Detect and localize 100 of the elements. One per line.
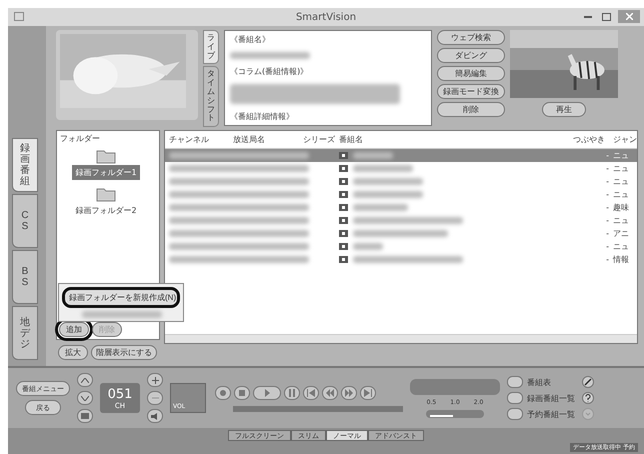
table-row[interactable]: - アニ xyxy=(165,227,637,240)
skip-back-icon xyxy=(307,389,315,397)
table-cell-text: アニ xyxy=(613,228,630,239)
pane-heading: フォルダー xyxy=(59,133,101,145)
close-button[interactable] xyxy=(618,10,640,23)
preview-tab[interactable]: タイムシフト xyxy=(203,66,219,128)
table-row[interactable]: - 趣味 xyxy=(165,201,637,214)
chevron-down-icon xyxy=(81,396,89,400)
stop-button[interactable] xyxy=(234,386,250,400)
table-cell-text: ニュ xyxy=(613,176,630,187)
table-cell-text: ニュ xyxy=(613,215,630,226)
blurred-text xyxy=(353,165,413,172)
volume-up-button[interactable] xyxy=(147,373,163,387)
record-button[interactable] xyxy=(215,386,231,400)
column-header[interactable]: チャンネル xyxy=(169,134,233,145)
blurred-text xyxy=(353,152,393,159)
side-tab[interactable]: CS xyxy=(12,194,38,248)
minus-icon xyxy=(152,397,158,399)
view-button[interactable]: 拡大 xyxy=(58,345,88,360)
info-heading: 《番組名》 xyxy=(230,34,271,45)
table-cell-text: 情報 xyxy=(613,254,630,265)
list-icon xyxy=(507,408,523,420)
folder-item[interactable]: 録画フォルダー1 xyxy=(72,165,140,180)
play-icon xyxy=(263,389,271,397)
input-button[interactable] xyxy=(77,409,93,423)
speaker-icon xyxy=(151,412,159,420)
dropdown-icon[interactable] xyxy=(582,408,594,420)
action-button[interactable]: ウェブ検索 xyxy=(437,30,505,45)
column-header[interactable]: つぶやき xyxy=(573,134,613,145)
table-cell-text: ニュ xyxy=(613,189,630,200)
channel-number: 051 xyxy=(108,386,132,402)
pause-button[interactable] xyxy=(284,386,300,400)
blurred-text xyxy=(353,243,383,250)
channel-down-button[interactable] xyxy=(77,391,93,405)
table-row[interactable]: - ニュ xyxy=(165,214,637,227)
blurred-text xyxy=(353,191,423,198)
horizontal-scrollbar[interactable] xyxy=(165,334,637,343)
guide-button[interactable]: 番組表 xyxy=(507,376,551,388)
side-tab[interactable]: 地デジ xyxy=(12,306,38,360)
table-row[interactable]: - 情報 xyxy=(165,253,637,266)
play-button[interactable] xyxy=(253,386,281,400)
table-cell-text: - xyxy=(605,151,610,160)
table-cell-text: ニュ xyxy=(613,163,630,174)
action-button[interactable]: ダビング xyxy=(437,48,505,63)
help-icon[interactable] xyxy=(582,392,594,404)
list-icon xyxy=(507,392,523,404)
list-icon xyxy=(507,376,523,388)
blurred-text xyxy=(353,204,408,211)
view-button[interactable]: 階層表示にする xyxy=(91,345,157,360)
table-cell-text: - xyxy=(605,190,610,199)
folder-icon xyxy=(96,186,116,202)
action-button[interactable]: 簡易編集 xyxy=(437,66,505,81)
info-heading: 《コラム(番組情報)》 xyxy=(230,66,310,77)
table-cell-text: - xyxy=(605,216,610,225)
table-row[interactable]: - ニュ xyxy=(165,240,637,253)
mute-button[interactable] xyxy=(147,409,163,423)
table-row[interactable]: - ニュ xyxy=(165,162,637,175)
plus-icon xyxy=(152,376,158,384)
side-tab[interactable]: 録画番組 xyxy=(12,138,38,192)
menu-item[interactable]: 録画フォルダーを新規作成(N) xyxy=(62,287,180,308)
preview-tab[interactable]: ライブ xyxy=(203,30,219,64)
skip-back-button[interactable] xyxy=(303,386,319,400)
chevron-up-icon xyxy=(81,378,89,382)
column-header[interactable]: 放送局名 xyxy=(233,134,303,145)
action-button[interactable]: 録画モード変換 xyxy=(437,84,505,99)
action-button[interactable]: 削除 xyxy=(437,102,505,117)
column-header[interactable]: 番組名 xyxy=(339,134,573,145)
maximize-icon xyxy=(602,12,610,20)
table-cell-text: ニュ xyxy=(613,241,630,252)
volume-down-button[interactable] xyxy=(147,391,163,405)
fast-forward-icon xyxy=(345,389,353,397)
column-header[interactable]: シリーズ xyxy=(303,134,339,145)
app-icon xyxy=(14,12,24,21)
table-row[interactable]: - ニュ xyxy=(165,188,637,201)
table-cell-text: - xyxy=(605,203,610,212)
folder-item[interactable]: 録画フォルダー2 xyxy=(72,203,140,218)
rewind-button[interactable] xyxy=(322,386,338,400)
channel-up-button[interactable] xyxy=(77,373,93,387)
guide-button[interactable]: 予約番組一覧 xyxy=(507,408,575,420)
skip-forward-icon xyxy=(364,389,372,397)
maximize-button[interactable] xyxy=(600,10,612,23)
record-icon xyxy=(219,389,227,397)
table-row[interactable]: - ニュ xyxy=(165,175,637,188)
rewind-icon xyxy=(326,389,334,397)
column-header[interactable]: ジャン xyxy=(613,134,637,145)
table-cell-text: - xyxy=(605,177,610,186)
side-tab[interactable]: BS xyxy=(12,250,38,304)
skip-forward-button[interactable] xyxy=(360,386,376,400)
table-cell-text: - xyxy=(605,229,610,238)
pause-icon xyxy=(288,389,296,397)
pen-icon[interactable] xyxy=(582,376,594,388)
window-title: SmartVision xyxy=(296,12,356,22)
screen-icon xyxy=(81,413,89,419)
guide-button[interactable]: 録画番組一覧 xyxy=(507,392,575,404)
minimize-icon xyxy=(584,16,592,18)
fast-forward-button[interactable] xyxy=(341,386,357,400)
play-button[interactable]: 再生 xyxy=(542,102,586,117)
blurred-text xyxy=(353,178,423,185)
close-icon xyxy=(626,13,632,20)
table-row[interactable]: - ニュ xyxy=(165,149,637,162)
